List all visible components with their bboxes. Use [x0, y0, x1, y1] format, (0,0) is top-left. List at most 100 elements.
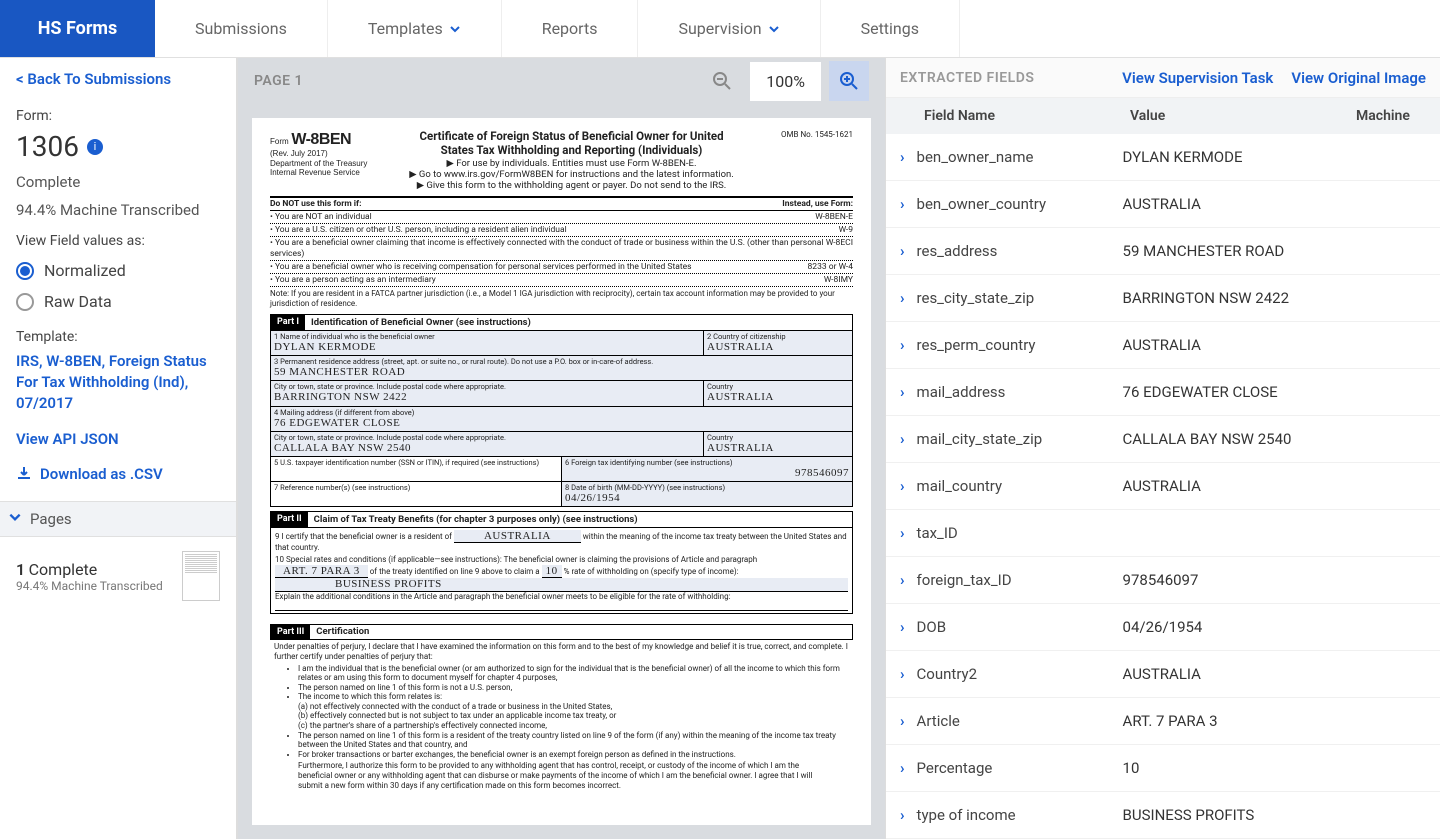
doc-sub2: ▶ Go to www.irs.gov/FormW8BEN for instru… [380, 169, 763, 180]
field-row[interactable]: ›Country2AUSTRALIA [886, 651, 1440, 698]
doc-f9-val: AUSTRALIA [454, 530, 581, 543]
field-row[interactable]: ›type of incomeBUSINESS PROFITS [886, 792, 1440, 839]
extracted-fields-panel: EXTRACTED FIELDS View Supervision Task V… [885, 58, 1440, 839]
chevron-right-icon: › [900, 195, 905, 213]
page-entry-sub: 94.4% Machine Transcribed [16, 579, 174, 593]
doc-bullet-r: W-9 [839, 225, 853, 235]
doc-instead: Instead, use Form: [782, 199, 853, 209]
field-row[interactable]: ›Percentage10 [886, 745, 1440, 792]
field-value: 59 MANCHESTER ROAD [1123, 242, 1426, 260]
document-viewer: PAGE 1 100% Form W-8BEN (Rev. July 2017)… [238, 58, 885, 839]
part3-title: Certification [316, 626, 369, 637]
page-entry-status: Complete [29, 560, 98, 579]
fields-table-body: ›ben_owner_nameDYLAN KERMODE›ben_owner_c… [886, 134, 1440, 839]
field-row[interactable]: ›foreign_tax_ID978546097 [886, 557, 1440, 604]
chevron-right-icon: › [900, 336, 905, 354]
doc-donot: Do NOT use this form if: [270, 199, 361, 209]
field-row[interactable]: ›ArticleART. 7 PARA 3 [886, 698, 1440, 745]
page-entry-text: 1 Complete 94.4% Machine Transcribed [16, 560, 174, 593]
cert-b4: The person named on line 1 of this form … [298, 731, 853, 750]
chevron-right-icon: › [900, 712, 905, 730]
chevron-right-icon: › [900, 383, 905, 401]
field-row[interactable]: ›tax_ID [886, 510, 1440, 557]
view-supervision-link[interactable]: View Supervision Task [1122, 69, 1273, 87]
machine-transcribed-pct: 94.4% Machine Transcribed [16, 201, 220, 219]
field-value: BARRINGTON NSW 2422 [1123, 289, 1426, 307]
doc-bullet-r: 8233 or W-4 [808, 262, 853, 272]
field-row[interactable]: › res_address59 MANCHESTER ROAD [886, 228, 1440, 275]
field-row[interactable]: ›res_perm_countryAUSTRALIA [886, 322, 1440, 369]
doc-f10-type: BUSINESS PROFITS [275, 578, 848, 592]
doc-f7-label: 7 Reference number(s) (see instructions) [274, 483, 558, 492]
tab-submissions[interactable]: Submissions [155, 0, 328, 57]
doc-f8-val: 04/26/1954 [565, 492, 849, 505]
chevron-right-icon: › [900, 477, 905, 495]
tab-supervision[interactable]: Supervision [638, 0, 820, 57]
radio-normalized[interactable]: Normalized [16, 261, 220, 280]
doc-omb: OMB No. 1545-1621 [773, 130, 853, 192]
part2-title: Claim of Tax Treaty Benefits (for chapte… [314, 514, 638, 525]
cert-b3: The income to which this form relates is… [298, 692, 853, 702]
radio-raw-data[interactable]: Raw Data [16, 292, 220, 311]
doc-dept: Department of the Treasury Internal Reve… [270, 159, 370, 178]
main-layout: < Back To Submissions Form: 1306 i Compl… [0, 58, 1440, 839]
tab-templates[interactable]: Templates [328, 0, 502, 57]
page-entry[interactable]: 1 Complete 94.4% Machine Transcribed [16, 543, 220, 609]
pages-header-label: Pages [30, 510, 72, 528]
chevron-right-icon: › [900, 148, 905, 166]
page-entry-num: 1 [16, 560, 25, 579]
view-api-json-link[interactable]: View API JSON [16, 430, 220, 448]
field-name: Country2 [917, 665, 1123, 683]
doc-f3c-label: Country [707, 382, 849, 391]
pages-header[interactable]: Pages [0, 501, 236, 537]
field-row[interactable]: ›mail_countryAUSTRALIA [886, 463, 1440, 510]
field-row[interactable]: ›ben_owner_countryAUSTRALIA [886, 181, 1440, 228]
zoom-out-button[interactable] [702, 61, 742, 101]
doc-f8-label: 8 Date of birth (MM-DD-YYYY) (see instru… [565, 483, 849, 492]
view-original-link[interactable]: View Original Image [1291, 69, 1426, 87]
chevron-right-icon: › [900, 759, 905, 777]
document-viewport[interactable]: Form W-8BEN (Rev. July 2017) Department … [238, 104, 885, 839]
field-row[interactable]: ›DOB04/26/1954 [886, 604, 1440, 651]
page-toolbar: PAGE 1 100% [238, 58, 885, 104]
download-icon [16, 465, 32, 485]
field-value: AUSTRALIA [1123, 336, 1426, 354]
chevron-right-icon: › [900, 524, 905, 542]
field-name: Percentage [917, 759, 1123, 777]
doc-bullet-r: W-8ECI [826, 238, 853, 258]
col-value: Value [1130, 108, 1356, 124]
form-number: 1306 [16, 130, 79, 163]
info-icon[interactable]: i [87, 139, 103, 155]
tab-settings[interactable]: Settings [821, 0, 960, 57]
doc-f6-val: 978546097 [565, 467, 849, 480]
field-value: AUSTRALIA [1123, 477, 1426, 495]
field-value: ART. 7 PARA 3 [1123, 712, 1426, 730]
doc-bullet-r: W-8IMY [824, 275, 853, 285]
field-value: 978546097 [1123, 571, 1426, 589]
cert-tail: Furthermore, I authorize this form to be… [270, 759, 853, 792]
field-row[interactable]: ›mail_city_state_zipCALLALA BAY NSW 2540 [886, 416, 1440, 463]
field-row[interactable]: ›ben_owner_nameDYLAN KERMODE [886, 134, 1440, 181]
chevron-right-icon: › [900, 242, 905, 260]
chevron-right-icon: › [900, 430, 905, 448]
doc-f4c-label: Country [707, 433, 849, 442]
back-to-submissions-link[interactable]: < Back To Submissions [16, 70, 220, 88]
radio-icon [16, 262, 34, 280]
doc-note: Note: If you are resident in a FATCA par… [270, 287, 853, 310]
field-value: CALLALA BAY NSW 2540 [1123, 430, 1426, 448]
template-link[interactable]: IRS, W-8BEN, Foreign Status For Tax With… [16, 351, 220, 414]
cert-intro: Under penalties of perjury, I declare th… [270, 640, 853, 663]
field-name: ben_owner_country [917, 195, 1123, 213]
tab-reports[interactable]: Reports [502, 0, 639, 57]
doc-f3c-val: AUSTRALIA [707, 391, 849, 404]
extracted-header: EXTRACTED FIELDS View Supervision Task V… [886, 58, 1440, 98]
field-row[interactable]: ›mail_address76 EDGEWATER CLOSE [886, 369, 1440, 416]
doc-f4-val: 76 EDGEWATER CLOSE [274, 417, 849, 430]
zoom-in-button[interactable] [829, 61, 869, 101]
field-row[interactable]: ›res_city_state_zipBARRINGTON NSW 2422 [886, 275, 1440, 322]
doc-f10-mid: of the treaty identified on line 9 above… [370, 567, 540, 576]
field-name: res_address [917, 242, 1123, 260]
top-nav: HS Forms Submissions Templates Reports S… [0, 0, 1440, 58]
doc-f4c-val: AUSTRALIA [707, 442, 849, 455]
download-csv-link[interactable]: Download as .CSV [16, 464, 220, 485]
